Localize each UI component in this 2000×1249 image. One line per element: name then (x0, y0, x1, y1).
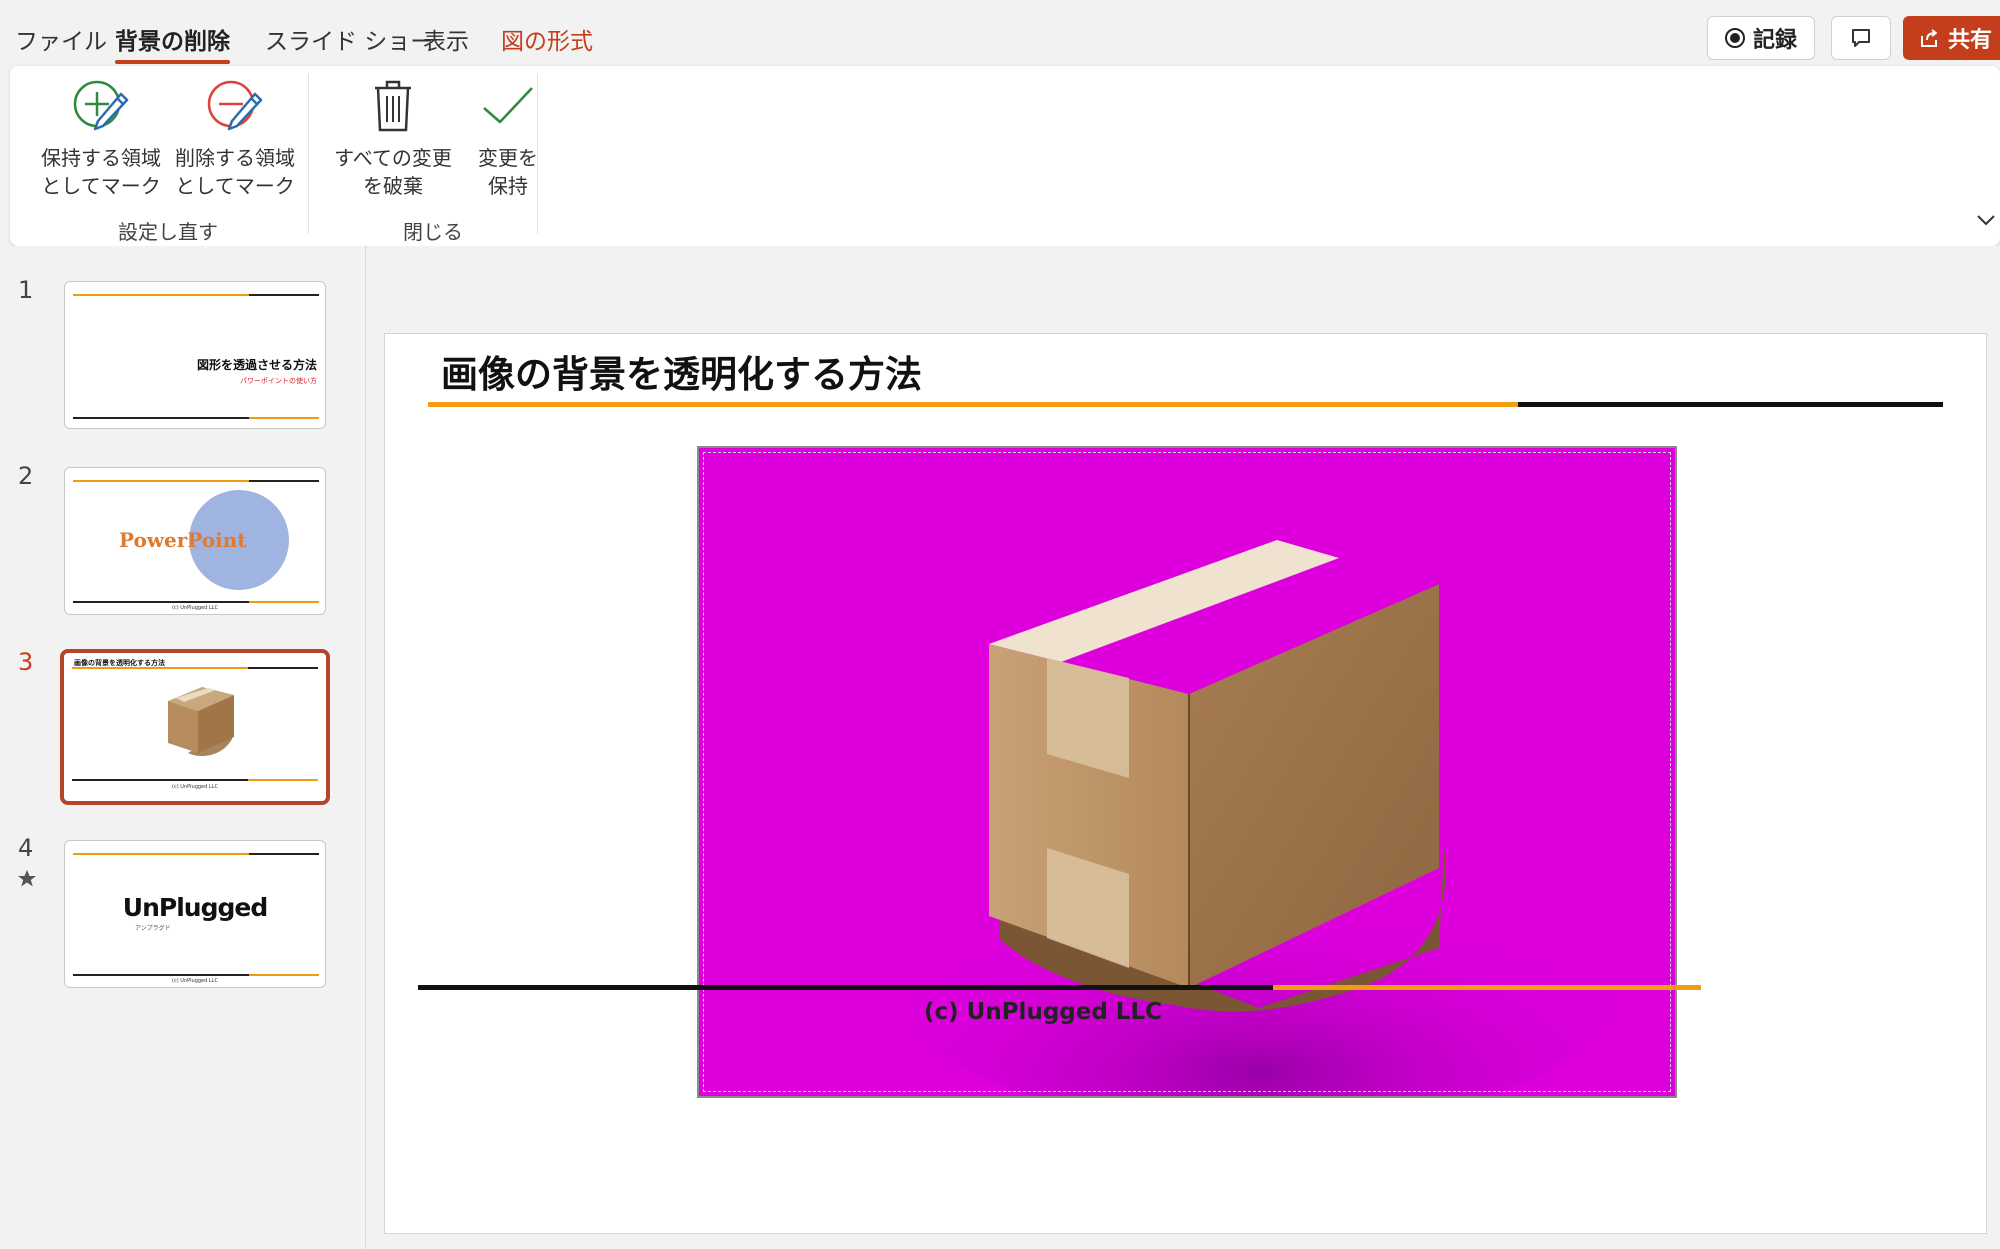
thumb-footer: (c) UnPlugged LLC (172, 784, 218, 790)
black-rule (249, 853, 319, 855)
black-rule (72, 779, 248, 781)
discard-all-changes-button[interactable]: すべての変更 を破棄 (318, 76, 468, 200)
tab-slideshow[interactable]: スライド ショー (265, 22, 433, 56)
thumb-footer: (c) UnPlugged LLC (172, 605, 218, 611)
trash-icon (375, 80, 411, 132)
record-label: 記録 (1752, 28, 1797, 53)
thumb-title: 図形を透過させる方法 (196, 358, 317, 372)
box-image (168, 687, 234, 757)
transition-star-icon (18, 870, 36, 887)
ribbon-separator (537, 74, 538, 234)
comment-icon (1852, 29, 1870, 47)
tab-background-removal[interactable]: 背景の削除 (115, 22, 230, 64)
black-rule (73, 601, 249, 603)
orange-rule (72, 667, 248, 669)
unplugged-logo: UnPlugged (122, 893, 268, 922)
slide-thumbnails-pane: 1 図形を透過させる方法 パワーポイントの使い方 2 PowerPoint (c… (0, 246, 366, 1249)
mark-remove-label: 削除する領域 としてマーク (175, 146, 295, 198)
group-label-close: 閉じる (403, 220, 463, 244)
keep-changes-button[interactable]: 変更を 保持 (458, 76, 558, 200)
discard-all-changes-label: すべての変更 を破棄 (334, 146, 452, 198)
selection-dashed-border (703, 452, 1671, 1092)
black-rule (73, 417, 249, 419)
orange-rule (249, 974, 319, 976)
orange-rule (249, 601, 319, 603)
orange-rule (73, 853, 249, 855)
slide-footer[interactable]: (c) UnPlugged LLC (385, 999, 1701, 1025)
orange-rule (73, 480, 249, 482)
slide-thumbnail-4[interactable]: UnPlugged アンプラグド (c) UnPlugged LLC (64, 840, 326, 988)
slide-number: 3 (18, 648, 34, 676)
slide-number: 2 (18, 462, 34, 490)
black-rule (248, 667, 318, 669)
ribbon-separator (308, 74, 309, 234)
current-slide[interactable]: 画像の背景を透明化する方法 (c) UnPlugged LLC (384, 333, 1987, 1234)
checkmark-icon (483, 87, 533, 124)
footer-rule-black (418, 985, 1273, 990)
slide-thumbnail-1[interactable]: 図形を透過させる方法 パワーポイントの使い方 (64, 281, 326, 429)
comment-button[interactable] (1831, 16, 1891, 60)
black-rule (249, 480, 319, 482)
tab-file[interactable]: ファイル (15, 22, 107, 56)
slide-thumbnail-2[interactable]: PowerPoint (c) UnPlugged LLC (64, 467, 326, 615)
record-button[interactable]: 記録 (1707, 16, 1815, 60)
title-underline-orange (428, 402, 1518, 407)
menu-bar: ファイル 背景の削除 スライド ショー 表示 図の形式 記録 共有 (0, 0, 2000, 70)
record-icon (1724, 28, 1745, 48)
mark-remove-icon (207, 80, 263, 131)
ribbon: 保持する領域 としてマーク 削除する領域 としてマーク 設定し直す すべての変更… (10, 66, 2000, 246)
logo-subtext: アンプラグド (135, 925, 171, 932)
share-label: 共有 (1948, 28, 1993, 53)
mark-keep-icon (73, 80, 129, 131)
mark-keep-label: 保持する領域 としてマーク (41, 146, 161, 198)
slide-title[interactable]: 画像の背景を透明化する方法 (441, 344, 922, 398)
slide-number: 4 (18, 834, 34, 862)
tab-picture-format[interactable]: 図の形式 (501, 22, 593, 56)
slide-number: 1 (18, 276, 34, 304)
thumb-subtitle: パワーポイントの使い方 (240, 377, 317, 385)
tab-view[interactable]: 表示 (423, 22, 469, 56)
keep-changes-label: 変更を 保持 (478, 146, 538, 198)
slide-thumbnail-3[interactable]: 画像の背景を透明化する方法 (c) UnPlugged LLC (60, 649, 330, 805)
mark-remove-button[interactable]: 削除する領域 としてマーク (166, 76, 304, 200)
footer-rule-orange (1273, 985, 1701, 990)
black-rule (249, 294, 319, 296)
title-underline-black (1518, 402, 1943, 407)
chevron-down-icon[interactable] (1974, 208, 1998, 232)
orange-rule (249, 417, 319, 419)
black-rule (73, 974, 249, 976)
group-label-reset: 設定し直す (118, 220, 218, 244)
mark-keep-button[interactable]: 保持する領域 としてマーク (32, 76, 170, 200)
share-icon (1921, 29, 1937, 47)
thumb-footer: (c) UnPlugged LLC (172, 978, 218, 984)
thumb-title: PowerPoint (119, 528, 247, 552)
orange-rule (73, 294, 249, 296)
orange-rule (248, 779, 318, 781)
share-button[interactable]: 共有 (1903, 16, 2000, 60)
